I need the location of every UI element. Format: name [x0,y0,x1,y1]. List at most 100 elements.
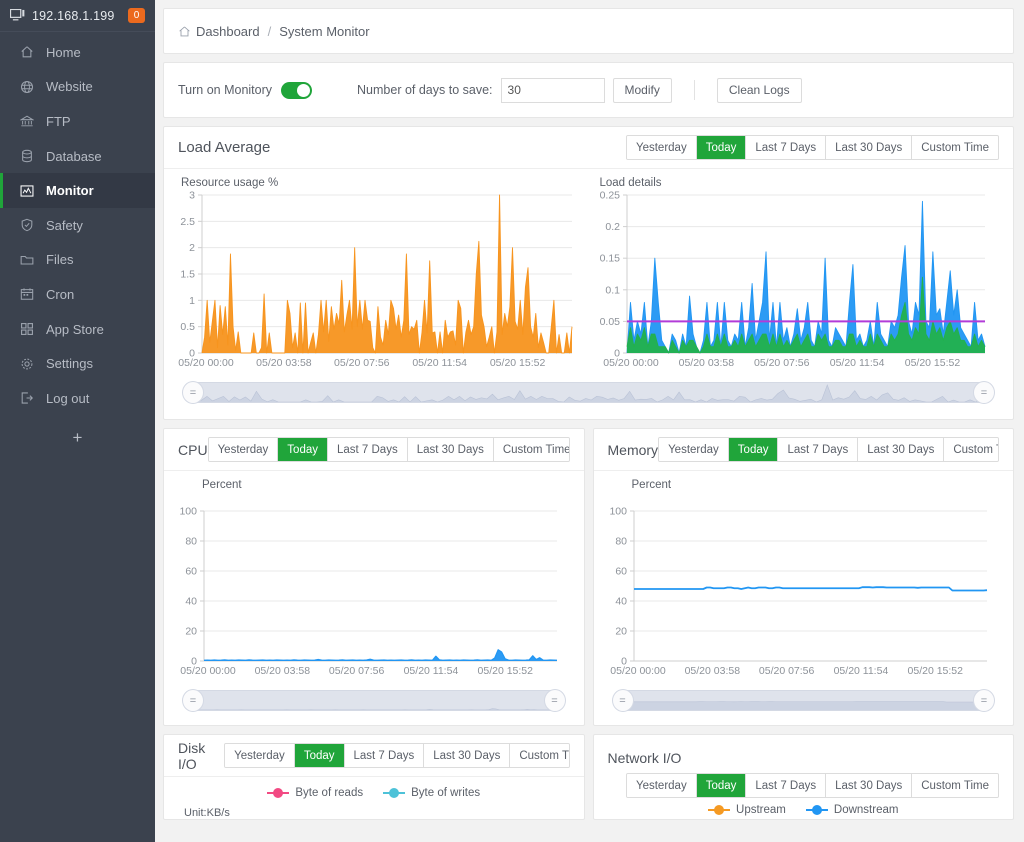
legend-item-byte-of-writes[interactable]: Byte of writes [383,787,480,799]
svg-text:80: 80 [185,536,197,548]
sidebar-item-home[interactable]: Home [0,35,155,70]
svg-text:05/20 11:54: 05/20 11:54 [404,665,459,677]
left-slider-handle[interactable]: = [182,381,204,404]
logout-icon [19,391,34,406]
cpu-range-slider[interactable]: = = [182,689,566,713]
sidebar-item-website[interactable]: Website [0,70,155,105]
turn-on-monitory-label: Turn on Monitory [178,83,273,97]
tab-yesterday[interactable]: Yesterday [626,774,697,797]
svg-text:0.1: 0.1 [605,284,620,296]
slider-track[interactable] [195,690,553,711]
sidebar-item-log-out[interactable]: Log out [0,381,155,416]
resource-usage-title: Resource usage % [181,177,279,189]
sidebar-item-database[interactable]: Database [0,139,155,174]
calendar-icon [19,287,34,302]
tab-yesterday[interactable]: Yesterday [225,744,295,767]
tab-last-30-days[interactable]: Last 30 Days [826,774,913,797]
tab-last-7-days[interactable]: Last 7 Days [344,744,425,767]
cpu-panel: CPU Yesterday Today Last 7 Days Last 30 … [163,428,585,726]
tab-today[interactable]: Today [696,774,747,797]
svg-text:05/20 00:00: 05/20 00:00 [180,665,236,677]
tab-today[interactable]: Today [696,136,747,159]
disk-network-row: Disk I/O Yesterday Today Last 7 Days Las… [163,734,1014,828]
app-root: 192.168.1.199 0 Home Website FTP Databas… [0,0,1024,842]
legend-item-byte-of-reads[interactable]: Byte of reads [267,787,363,799]
disk-io-legend: Byte of reads Byte of writes [164,777,584,799]
svg-text:20: 20 [615,626,627,638]
display-icon [10,9,25,22]
tab-last-30-days[interactable]: Last 30 Days [407,438,494,461]
svg-text:05/20 07:56: 05/20 07:56 [754,357,810,369]
svg-text:2.5: 2.5 [180,216,195,228]
sidebar-item-app-store[interactable]: App Store [0,312,155,347]
tab-custom-time[interactable]: Custom Time [912,136,998,159]
left-slider-handle[interactable]: = [611,689,634,712]
right-slider-handle[interactable]: = [973,381,995,404]
sidebar-item-settings[interactable]: Settings [0,346,155,381]
legend-item-downstream[interactable]: Downstream [805,804,898,816]
tab-custom-time[interactable]: Custom Time [510,744,569,767]
disk-io-header: Disk I/O Yesterday Today Last 7 Days Las… [164,735,584,777]
notification-badge[interactable]: 0 [128,8,145,23]
tab-last-30-days[interactable]: Last 30 Days [826,136,913,159]
modify-button[interactable]: Modify [612,77,672,103]
load-average-range-slider[interactable]: = = [182,381,995,405]
sidebar-item-monitor[interactable]: Monitor [0,173,155,208]
tab-last-30-days[interactable]: Last 30 Days [424,744,511,767]
sidebar-item-label: FTP [46,113,71,129]
tab-custom-time[interactable]: Custom Time [493,438,569,461]
slider-track[interactable] [624,690,982,711]
right-slider-handle[interactable]: = [973,689,995,712]
right-slider-handle[interactable]: = [543,689,566,712]
tab-today[interactable]: Today [278,438,328,461]
tab-last-7-days[interactable]: Last 7 Days [778,438,859,461]
svg-text:20: 20 [185,626,197,638]
network-io-panel: Network I/O Yesterday Today Last 7 Days … [592,734,1014,820]
sidebar-item-ftp[interactable]: FTP [0,104,155,139]
sidebar-item-cron[interactable]: Cron [0,277,155,312]
memory-axis-title: Percent [631,479,672,491]
gear-icon [19,356,34,371]
tab-yesterday[interactable]: Yesterday [626,136,697,159]
sidebar-item-label: Cron [46,286,75,302]
tab-last-30-days[interactable]: Last 30 Days [858,438,945,461]
clean-logs-button[interactable]: Clean Logs [716,77,802,103]
legend-marker [708,805,731,815]
legend-label: Upstream [736,804,786,816]
load-details-title: Load details [599,177,662,189]
cpu-plot: 02040608010005/20 00:00 05/20 03:58 05/20 … [179,506,558,677]
memory-chart: Percent 0 20 40 60 80 100 05/20 00:00 05/20 03:… [594,471,1014,685]
tab-custom-time[interactable]: Custom Time [912,774,998,797]
tab-last-7-days[interactable]: Last 7 Days [746,774,827,797]
cpu-chart: Percent 0 20 40 60 80 100 05/20 00:00 05/20 03:… [164,471,584,685]
memory-range-slider[interactable]: = = [611,689,995,713]
breadcrumb-separator: / [267,23,272,39]
tab-custom-time[interactable]: Custom Time [944,438,999,461]
tab-yesterday[interactable]: Yesterday [208,438,279,461]
left-slider-handle[interactable]: = [182,689,204,712]
breadcrumb-root[interactable]: Dashboard [196,24,260,39]
tab-last-7-days[interactable]: Last 7 Days [746,136,827,159]
tab-today[interactable]: Today [728,438,779,461]
slider-track[interactable] [195,382,982,403]
network-io-tabs: Yesterday Today Last 7 Days Last 30 Days… [625,773,999,798]
legend-item-upstream[interactable]: Upstream [708,804,786,816]
network-io-legend: Upstream Downstream [594,798,1014,816]
legend-label: Byte of writes [411,787,481,799]
svg-text:0.5: 0.5 [180,321,195,333]
sidebar-item-safety[interactable]: Safety [0,208,155,243]
breadcrumb-card: Dashboard / System Monitor [163,8,1014,54]
memory-plot: 02040608010005/20 00:00 05/20 03:58 05/20 … [609,506,987,677]
tab-last-7-days[interactable]: Last 7 Days [327,438,408,461]
sidebar-item-label: Monitor [46,183,94,199]
svg-text:05/20 03:58: 05/20 03:58 [256,357,312,369]
disk-io-tabs: Yesterday Today Last 7 Days Last 30 Days… [224,743,570,768]
days-to-save-input[interactable] [500,77,605,103]
panel-title: Network I/O [607,750,682,766]
tab-today[interactable]: Today [294,744,345,767]
monitor-toggle[interactable] [281,81,313,99]
sidebar-item-files[interactable]: Files [0,243,155,278]
panel-title: Disk I/O [178,739,206,772]
sidebar-add-button[interactable]: + [0,416,155,460]
tab-yesterday[interactable]: Yesterday [659,438,729,461]
